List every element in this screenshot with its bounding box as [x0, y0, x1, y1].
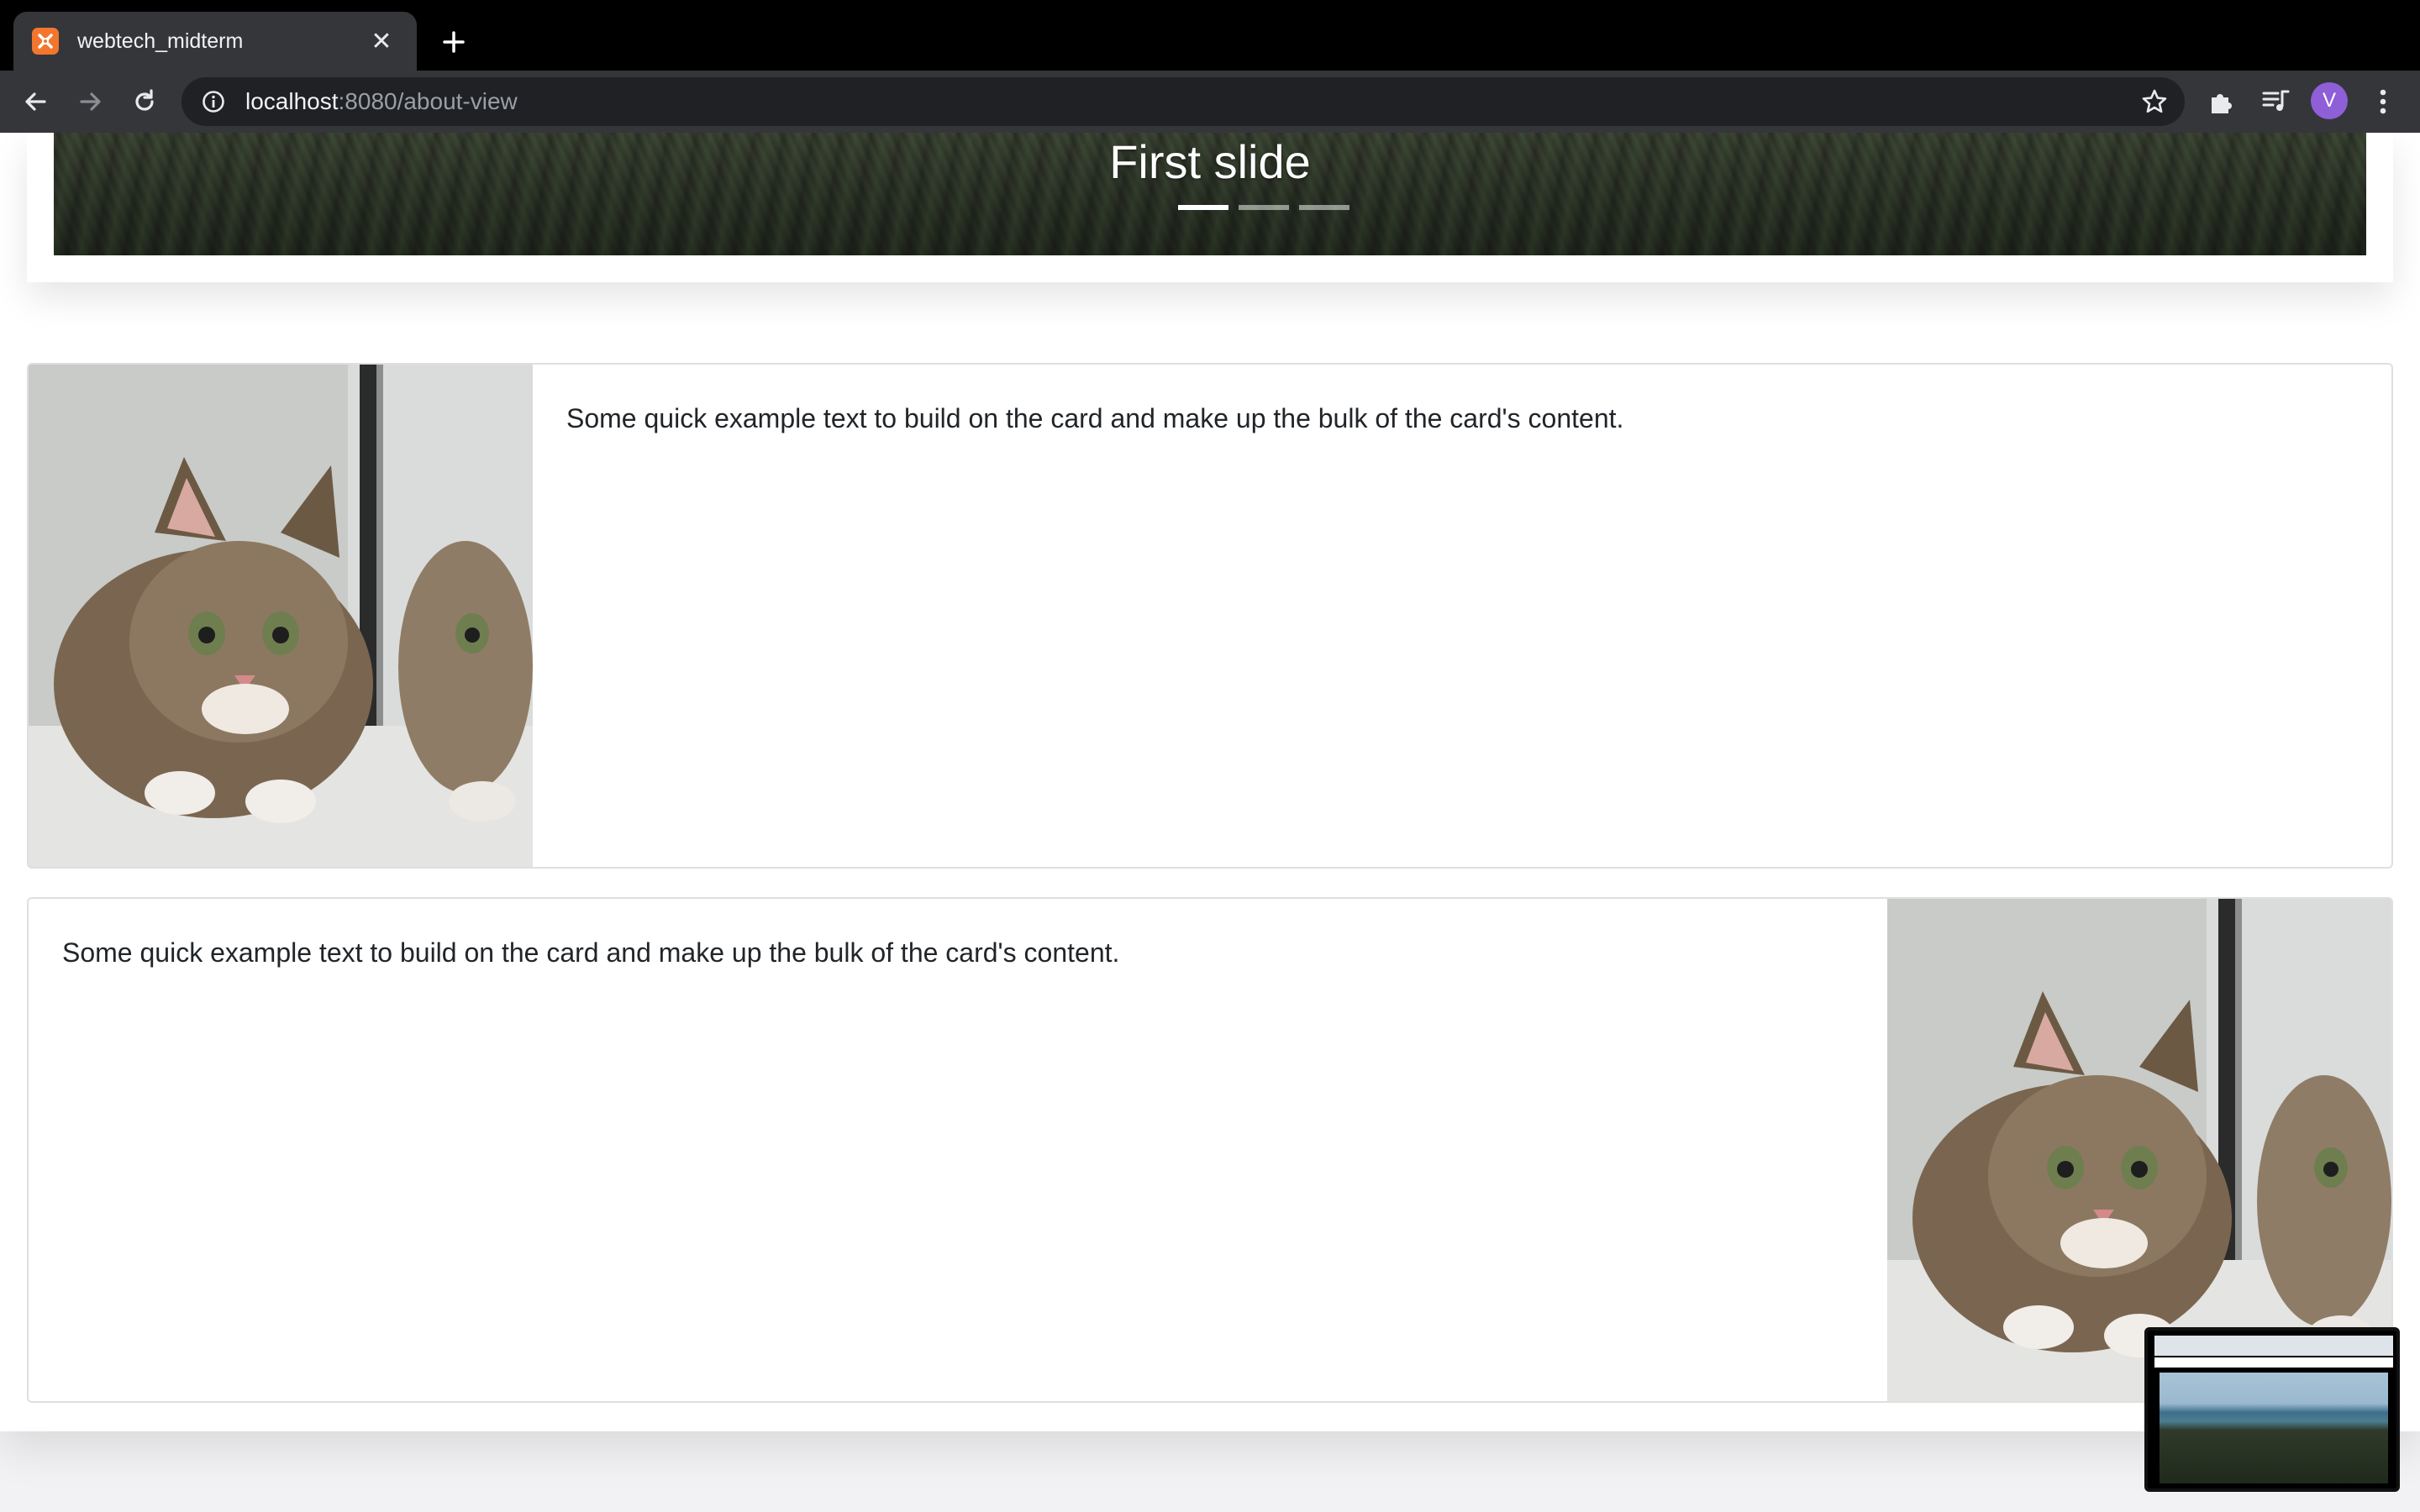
carousel-indicator-3[interactable] — [1299, 205, 1349, 210]
url-host: localhost — [245, 88, 339, 114]
avatar[interactable]: V — [2311, 82, 2348, 119]
carousel-indicator-2[interactable] — [1239, 205, 1289, 210]
carousel-indicators — [1178, 205, 1349, 210]
kebab-menu-icon[interactable] — [2363, 81, 2403, 122]
forward-arrow-icon[interactable] — [71, 81, 111, 122]
reload-icon[interactable] — [124, 81, 165, 122]
tab-strip: webtech_midterm ✕ — [0, 0, 2420, 71]
close-icon[interactable]: ✕ — [366, 26, 397, 56]
page-viewport: First slide Some quick example text to b… — [0, 133, 2420, 1512]
pip-preview-image — [2160, 1373, 2388, 1483]
card-text: Some quick example text to build on the … — [62, 937, 1120, 968]
card-text: Some quick example text to build on the … — [566, 403, 1624, 433]
pip-preview-header — [2154, 1336, 2393, 1356]
page-container: First slide Some quick example text to b… — [0, 133, 2420, 1431]
carousel-caption: First slide — [1109, 135, 1311, 188]
xampp-favicon-icon — [32, 28, 59, 55]
tab-title: webtech_midterm — [77, 29, 244, 53]
puzzle-icon[interactable] — [2202, 81, 2242, 122]
carousel-card: First slide — [27, 133, 2393, 282]
media-queue-icon[interactable] — [2255, 81, 2296, 122]
carousel-indicator-1[interactable] — [1178, 205, 1228, 210]
carousel[interactable]: First slide — [54, 133, 2366, 255]
kitten-image — [29, 365, 533, 867]
address-bar[interactable]: localhost:8080/about-view — [182, 77, 2185, 126]
url-text[interactable]: localhost:8080/about-view — [245, 88, 518, 115]
browser-tab[interactable]: webtech_midterm ✕ — [13, 12, 417, 71]
back-arrow-icon[interactable] — [15, 81, 55, 122]
star-icon[interactable] — [2138, 85, 2171, 118]
card-image-left: Some quick example text to build on the … — [27, 363, 2393, 869]
picture-in-picture-preview[interactable] — [2144, 1327, 2400, 1492]
info-icon[interactable] — [200, 88, 227, 115]
pip-preview-title — [2154, 1357, 2393, 1368]
plus-icon[interactable] — [434, 22, 474, 62]
url-path: :8080/about-view — [338, 88, 518, 114]
card-image-right: Some quick example text to build on the … — [27, 897, 2393, 1403]
